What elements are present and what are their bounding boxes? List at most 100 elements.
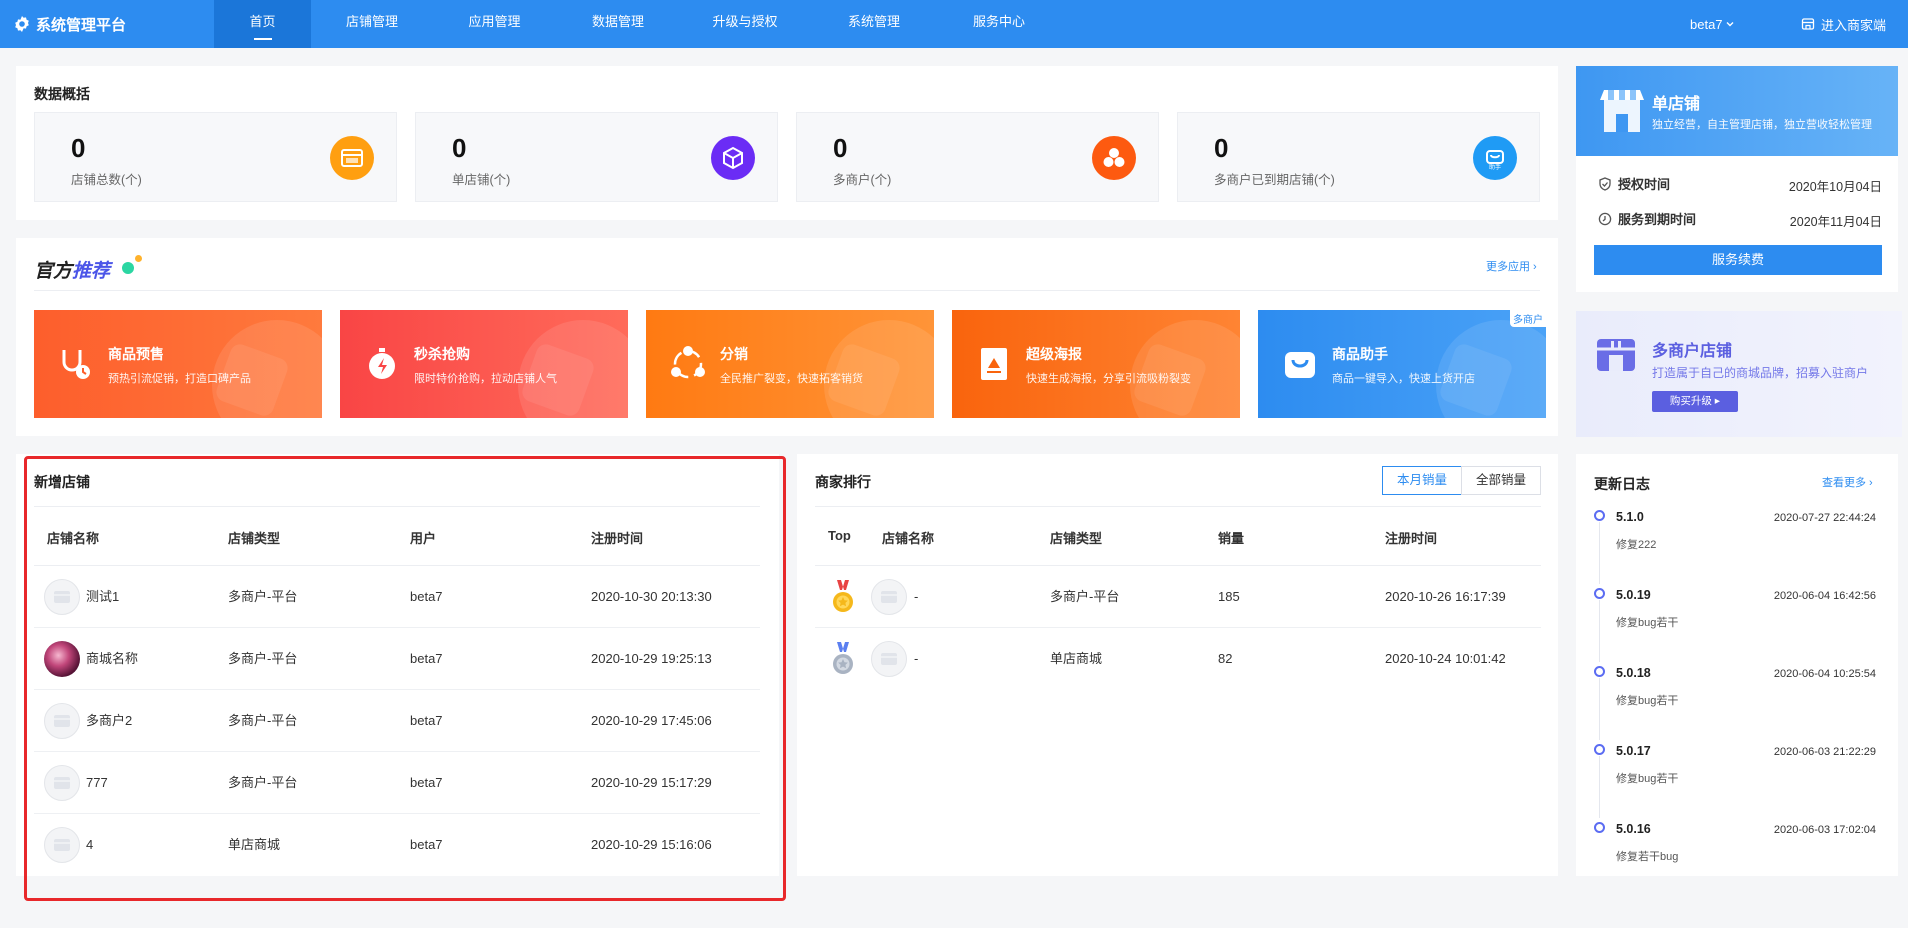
ranking-card: 商家排行 本月销量 全部销量 Top 店铺名称 店铺类型 销量 注册时间 - 多…: [797, 454, 1558, 876]
app-name: 分销: [720, 346, 748, 362]
nav-shop-management[interactable]: 店铺管理: [311, 0, 433, 48]
recommend-title-b: 推荐: [72, 261, 111, 282]
stat-value: 0: [1214, 133, 1229, 163]
single-shop-banner: 单店铺 独立经营，自主管理店铺，独立营收轻松管理: [1576, 66, 1898, 156]
clock-icon: [1598, 212, 1612, 225]
brand[interactable]: 系统管理平台: [14, 0, 126, 48]
brand-title: 系统管理平台: [36, 16, 127, 34]
tab-label: 本月销量: [1396, 473, 1447, 487]
divider: [815, 506, 1541, 507]
user-dropdown[interactable]: beta7: [1690, 0, 1735, 48]
expire-time-value: 2020年11月04日: [1789, 215, 1882, 229]
shop-name: -: [914, 589, 919, 604]
multi-shop-desc: 打造属于自己的商城品牌，招募入驻商户: [1652, 366, 1869, 380]
log-date: 2020-06-04 10:25:54: [1773, 668, 1876, 680]
buy-upgrade-button[interactable]: 购买升级 ▸: [1652, 391, 1738, 412]
enter-merchant-link[interactable]: 进入商家端: [1801, 0, 1886, 48]
tab-all-sales[interactable]: 全部销量: [1461, 466, 1541, 495]
stat-label: 多商户(个): [833, 173, 892, 187]
nav-system-management[interactable]: 系统管理: [810, 0, 938, 48]
stat-expired-shops: 0 多商户已到期店铺(个) 助手: [1177, 112, 1540, 202]
nav-label: 系统管理: [847, 14, 900, 29]
auth-time-value: 2020年10月04日: [1788, 180, 1882, 194]
shop-avatar-placeholder-icon: [871, 579, 907, 615]
store-icon: [1801, 18, 1815, 30]
app-tile-flash-sale[interactable]: 秒杀抢购 限时特价抢购，拉动店铺人气: [340, 310, 628, 418]
nav-label: 应用管理: [468, 14, 521, 29]
view-more-label: 查看更多: [1822, 477, 1866, 489]
app-desc: 预热引流促销，打造口碑产品: [108, 373, 251, 385]
log-date: 2020-06-03 17:02:04: [1773, 824, 1876, 836]
nav-data-management[interactable]: 数据管理: [556, 0, 680, 48]
table-row[interactable]: - 单店商城 82 2020-10-24 10:01:42: [815, 628, 1541, 690]
stat-total-shops: 0 店铺总数(个): [34, 112, 397, 202]
log-desc: 修复bug若干: [1616, 617, 1679, 629]
col-register-time: 注册时间: [1385, 531, 1438, 546]
log-version: 5.1.0: [1616, 510, 1644, 524]
nav-service-center[interactable]: 服务中心: [938, 0, 1060, 48]
app-tile-poster[interactable]: 超级海报 快速生成海报，分享引流吸粉裂变: [952, 310, 1240, 418]
multi-shop-card[interactable]: 多商户店铺 打造属于自己的商城品牌，招募入驻商户 购买升级 ▸: [1576, 311, 1902, 437]
nav-upgrade-auth[interactable]: 升级与授权: [680, 0, 810, 48]
app-name: 超级海报: [1026, 346, 1082, 362]
multi-merchant-badge: 多商户: [1510, 310, 1546, 327]
shopping-bag-icon: [1280, 344, 1320, 384]
nav-label: 服务中心: [972, 14, 1025, 29]
poster-icon: [974, 344, 1014, 384]
col-sales: 销量: [1218, 531, 1245, 546]
shop-avatar-placeholder-icon: [871, 641, 907, 677]
log-date: 2020-07-27 22:44:24: [1773, 512, 1876, 524]
more-apps-link[interactable]: 更多应用 ›: [1486, 258, 1537, 274]
col-shop-name: 店铺名称: [882, 531, 935, 546]
more-apps-label: 更多应用: [1486, 261, 1530, 273]
renew-service-button[interactable]: 服务续费: [1594, 245, 1882, 275]
timeline-line: [1599, 522, 1600, 584]
app-name: 商品助手: [1332, 346, 1388, 362]
nav-app-management[interactable]: 应用管理: [433, 0, 556, 48]
recommend-title-a: 官方: [34, 261, 73, 282]
app-name: 秒杀抢购: [414, 346, 470, 362]
stat-value: 0: [452, 133, 467, 163]
auth-label-text: 授权时间: [1618, 177, 1671, 192]
nav-label: 升级与授权: [712, 14, 778, 29]
overview-title: 数据概括: [34, 86, 90, 102]
app-desc: 全民推广裂变，快速拓客销货: [720, 373, 863, 385]
col-shop-type: 店铺类型: [1050, 531, 1103, 546]
tab-monthly-sales[interactable]: 本月销量: [1382, 466, 1462, 495]
stat-value: 0: [71, 133, 86, 163]
shop-type: 多商户-平台: [1050, 589, 1120, 604]
col-top: Top: [828, 528, 851, 543]
gold-medal-icon: [831, 580, 855, 617]
log-desc: 修复222: [1616, 539, 1657, 551]
stopwatch-icon: [362, 344, 402, 384]
timeline-dot: [1594, 744, 1605, 755]
presale-icon: [56, 344, 96, 384]
single-shop-card: 单店铺 独立经营，自主管理店铺，独立营收轻松管理 授权时间 2020年10月04…: [1576, 66, 1898, 292]
app-tile-distribution[interactable]: 分销 全民推广裂变，快速拓客销货: [646, 310, 934, 418]
ranking-title: 商家排行: [815, 474, 871, 490]
expire-time-label: 服务到期时间: [1598, 209, 1696, 228]
app-tile-product-assistant[interactable]: 多商户 商品助手 商品一键导入，快速上货开店: [1258, 310, 1546, 418]
app-tile-presale[interactable]: 商品预售 预热引流促销，打造口碑产品: [34, 310, 322, 418]
auth-time-label: 授权时间: [1598, 174, 1670, 193]
shop-time: 2020-10-26 16:17:39: [1385, 589, 1506, 604]
log-desc: 修复bug若干: [1616, 695, 1679, 707]
shop-name: -: [914, 651, 919, 666]
stat-single-shops: 0 单店铺(个): [415, 112, 778, 202]
timeline-dot: [1594, 666, 1605, 677]
highlight-annotation: [24, 456, 786, 901]
decor-dot: [135, 255, 142, 262]
log-desc: 修复bug若干: [1616, 773, 1679, 785]
table-row[interactable]: - 多商户-平台 185 2020-10-26 16:17:39: [815, 566, 1541, 628]
decor-dot: [122, 262, 134, 274]
recommend-title: 官方推荐: [34, 256, 110, 283]
tab-label: 全部销量: [1475, 473, 1526, 487]
stat-multi-merchants: 0 多商户(个): [796, 112, 1159, 202]
top-navbar: 系统管理平台 首页 店铺管理 应用管理 数据管理 升级与授权 系统管理 服务中心…: [0, 0, 1908, 48]
nav-home[interactable]: 首页: [214, 0, 311, 48]
view-more-link[interactable]: 查看更多 ›: [1822, 474, 1873, 490]
log-desc: 修复若干bug: [1616, 851, 1679, 863]
app-desc: 快速生成海报，分享引流吸粉裂变: [1026, 373, 1191, 385]
distribution-icon: [668, 344, 708, 384]
nav-home-label: 首页: [249, 14, 276, 29]
